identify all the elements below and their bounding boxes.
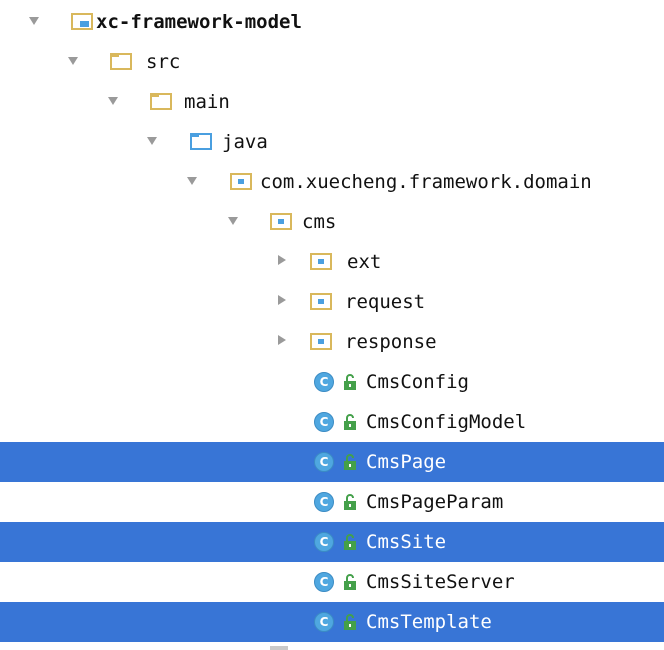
tree-node-ext-package[interactable]: ext: [0, 242, 664, 282]
class-icon: C: [314, 572, 334, 592]
tree-node-src[interactable]: src: [0, 42, 664, 82]
package-icon: [310, 253, 332, 270]
module-folder-icon: [71, 13, 93, 30]
tree-node-label: request: [345, 291, 426, 313]
class-icon: C: [314, 532, 334, 552]
lock-open-icon: [343, 453, 357, 471]
tree-node-label: xc-framework-model: [96, 11, 302, 33]
class-icon: C: [314, 372, 334, 392]
class-icon: C: [314, 492, 334, 512]
tree-node-response-package[interactable]: response: [0, 322, 664, 362]
tree-node-module[interactable]: xc-framework-model: [0, 2, 664, 42]
lock-open-icon: [343, 573, 357, 591]
tree-node-main[interactable]: main: [0, 82, 664, 122]
tree-node-label: com.xuecheng.framework.domain: [260, 171, 592, 193]
lock-open-icon: [343, 613, 357, 631]
expand-arrow-icon[interactable]: [228, 217, 238, 225]
package-icon: [310, 333, 332, 350]
tree-node-class-cmspageparam[interactable]: C CmsPageParam: [0, 482, 664, 522]
tree-node-label: CmsPage: [366, 451, 447, 473]
expand-arrow-icon[interactable]: [108, 97, 118, 105]
expand-arrow-icon[interactable]: [147, 137, 157, 145]
next-row-icon-stub: [270, 646, 288, 650]
package-icon: [310, 293, 332, 310]
tree-node-label: main: [184, 91, 230, 113]
tree-node-label: CmsPageParam: [366, 491, 504, 513]
lock-open-icon: [343, 533, 357, 551]
tree-node-label: CmsSite: [366, 531, 447, 553]
tree-node-class-cmspage[interactable]: C CmsPage: [0, 442, 664, 482]
collapse-arrow-icon[interactable]: [278, 295, 286, 305]
collapse-arrow-icon[interactable]: [278, 335, 286, 345]
tree-node-label: response: [345, 331, 437, 353]
tree-node-class-cmsconfigmodel[interactable]: C CmsConfigModel: [0, 402, 664, 442]
tree-node-label: cms: [302, 211, 337, 233]
project-tree: xc-framework-model src main java com.xue…: [0, 0, 664, 650]
tree-node-cms-package[interactable]: cms: [0, 202, 664, 242]
tree-node-label: ext: [347, 251, 382, 273]
tree-node-class-cmssiteserver[interactable]: C CmsSiteServer: [0, 562, 664, 602]
tree-node-class-cmstemplate[interactable]: C CmsTemplate: [0, 602, 664, 642]
tree-node-domain-package[interactable]: com.xuecheng.framework.domain: [0, 162, 664, 202]
folder-icon: [110, 53, 132, 70]
tree-node-label: CmsSiteServer: [366, 571, 515, 593]
lock-open-icon: [343, 493, 357, 511]
expand-arrow-icon[interactable]: [68, 57, 78, 65]
class-icon: C: [314, 412, 334, 432]
tree-node-class-cmsconfig[interactable]: C CmsConfig: [0, 362, 664, 402]
tree-node-label: java: [222, 131, 268, 153]
folder-icon: [150, 93, 172, 110]
expand-arrow-icon[interactable]: [187, 177, 197, 185]
source-folder-icon: [190, 133, 212, 150]
tree-node-java[interactable]: java: [0, 122, 664, 162]
package-icon: [230, 173, 252, 190]
lock-open-icon: [343, 413, 357, 431]
tree-node-label: src: [146, 51, 181, 73]
tree-node-class-cmssite[interactable]: C CmsSite: [0, 522, 664, 562]
lock-open-icon: [343, 373, 357, 391]
tree-node-label: CmsConfig: [366, 371, 469, 393]
package-icon: [270, 213, 292, 230]
class-icon: C: [314, 452, 334, 472]
tree-node-label: CmsConfigModel: [366, 411, 527, 433]
expand-arrow-icon[interactable]: [29, 17, 39, 25]
collapse-arrow-icon[interactable]: [278, 255, 286, 265]
class-icon: C: [314, 612, 334, 632]
tree-node-request-package[interactable]: request: [0, 282, 664, 322]
tree-node-label: CmsTemplate: [366, 611, 492, 633]
